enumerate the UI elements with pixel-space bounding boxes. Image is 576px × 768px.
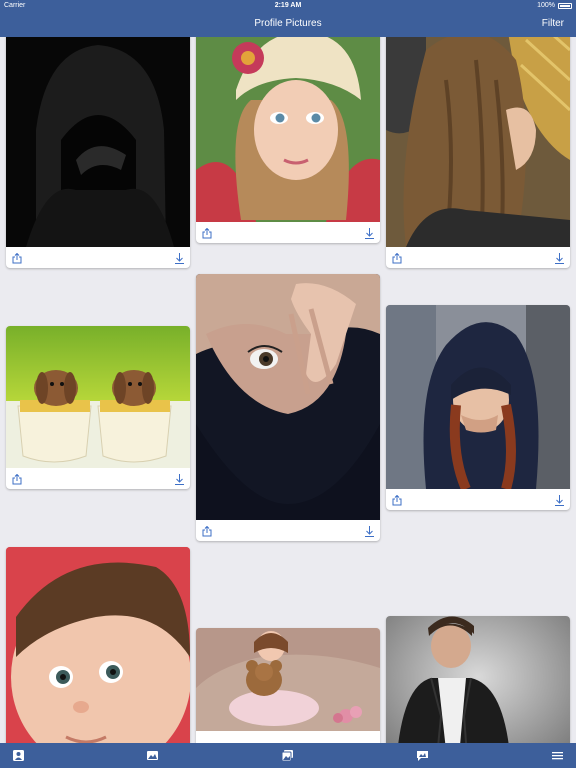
card-actions <box>386 489 570 510</box>
battery-status: 100% <box>537 2 572 9</box>
share-icon[interactable] <box>392 253 402 264</box>
photo-card[interactable] <box>386 305 570 510</box>
share-icon[interactable] <box>202 526 212 537</box>
eye-hand-photo[interactable] <box>196 274 380 520</box>
card-actions <box>386 247 570 268</box>
download-icon[interactable] <box>175 474 184 485</box>
share-icon[interactable] <box>12 474 22 485</box>
photo-card[interactable] <box>196 20 380 243</box>
gallery-icon[interactable] <box>281 749 294 762</box>
card-actions <box>6 247 190 268</box>
profile-icon[interactable] <box>12 749 25 762</box>
hooded-girl-photo[interactable] <box>386 305 570 489</box>
filter-button[interactable]: Filter <box>542 18 564 29</box>
battery-percent: 100% <box>537 2 555 9</box>
card-actions <box>196 222 380 243</box>
photo-card[interactable] <box>196 274 380 541</box>
long-hair-girl-photo[interactable] <box>386 20 570 247</box>
download-icon[interactable] <box>555 253 564 264</box>
girl-knit-hat-photo[interactable] <box>196 20 380 222</box>
share-icon[interactable] <box>392 495 402 506</box>
menu-icon[interactable] <box>551 749 564 762</box>
download-icon[interactable] <box>555 495 564 506</box>
download-icon[interactable] <box>175 253 184 264</box>
share-icon[interactable] <box>12 253 22 264</box>
card-actions <box>196 520 380 541</box>
photo-card[interactable] <box>386 20 570 268</box>
photo-card[interactable] <box>6 20 190 268</box>
photo-card[interactable] <box>6 326 190 489</box>
girl-teddy-photo[interactable] <box>196 628 380 731</box>
chat-photo-icon[interactable] <box>416 749 429 762</box>
baby-photo[interactable] <box>6 547 190 768</box>
status-time: 2:19 AM <box>274 2 302 9</box>
bottom-tab-bar <box>0 743 576 768</box>
picture-icon[interactable] <box>146 749 159 762</box>
bunnies-in-cups-photo[interactable] <box>6 326 190 468</box>
page-title: Profile Pictures <box>254 18 322 29</box>
card-actions <box>6 468 190 489</box>
download-icon[interactable] <box>365 228 374 239</box>
download-icon[interactable] <box>365 526 374 537</box>
share-icon[interactable] <box>202 228 212 239</box>
top-bar: Carrier 2:19 AM 100% Profile Pictures Fi… <box>0 0 576 37</box>
photo-card[interactable] <box>6 547 190 768</box>
battery-icon <box>558 2 572 9</box>
hooded-figure-photo[interactable] <box>6 20 190 247</box>
